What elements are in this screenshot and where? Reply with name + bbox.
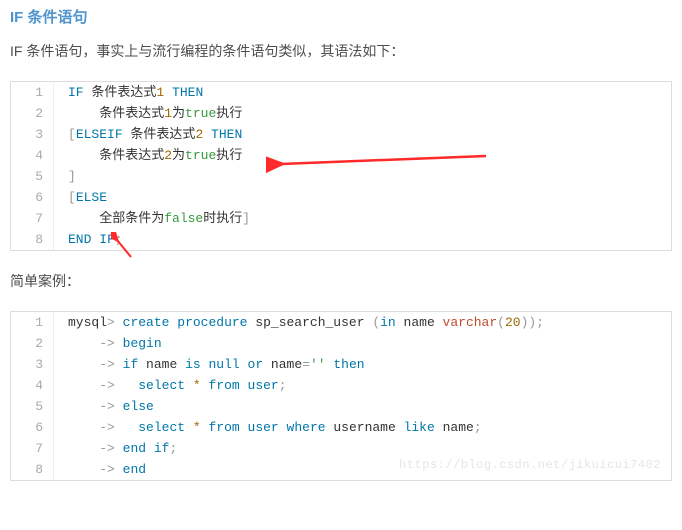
code-line: 2 条件表达式1为true执行 <box>11 103 671 124</box>
watermark-text: https://blog.csdn.net/jikuicui7402 <box>399 455 661 476</box>
code-text: -> select * from user; <box>54 375 287 396</box>
code-line: 5] <box>11 166 671 187</box>
code-line: 1IF 条件表达式1 THEN <box>11 82 671 103</box>
code-line: 1mysql> create procedure sp_search_user … <box>11 312 671 333</box>
line-number: 4 <box>11 145 54 166</box>
code-text: 全部条件为false时执行] <box>54 208 250 229</box>
code-text: -> if name is null or name='' then <box>54 354 365 375</box>
code-line: 3[ELSEIF 条件表达式2 THEN <box>11 124 671 145</box>
code-text: IF 条件表达式1 THEN <box>54 82 203 103</box>
mid-paragraph: 简单案例： <box>10 271 672 291</box>
code-text: -> begin <box>54 333 162 354</box>
code-text: [ELSEIF 条件表达式2 THEN <box>54 124 242 145</box>
line-number: 6 <box>11 187 54 208</box>
line-number: 1 <box>11 312 54 333</box>
line-number: 2 <box>11 333 54 354</box>
intro-paragraph: IF 条件语句，事实上与流行编程的条件语句类似，其语法如下： <box>10 41 672 61</box>
article-body: IF 条件语句 IF 条件语句，事实上与流行编程的条件语句类似，其语法如下： 1… <box>10 6 672 481</box>
line-number: 7 <box>11 208 54 229</box>
code-line: 6 -> select * from user where username l… <box>11 417 671 438</box>
line-number: 4 <box>11 375 54 396</box>
code-line: 4 -> select * from user; <box>11 375 671 396</box>
code-text: END IF; <box>54 229 123 250</box>
code-line: 8END IF; <box>11 229 671 250</box>
line-number: 5 <box>11 166 54 187</box>
code-line: 5 -> else <box>11 396 671 417</box>
code-line: 4 条件表达式2为true执行 <box>11 145 671 166</box>
code-line: 6[ELSE <box>11 187 671 208</box>
code-text: [ELSE <box>54 187 107 208</box>
code-text: mysql> create procedure sp_search_user (… <box>54 312 544 333</box>
code-text: 条件表达式2为true执行 <box>54 145 242 166</box>
line-number: 8 <box>11 229 54 250</box>
code-block-syntax: 1IF 条件表达式1 THEN2 条件表达式1为true执行3[ELSEIF 条… <box>10 81 672 251</box>
line-number: 3 <box>11 354 54 375</box>
line-number: 3 <box>11 124 54 145</box>
code-text: -> else <box>54 396 154 417</box>
section-heading: IF 条件语句 <box>10 6 672 27</box>
line-number: 8 <box>11 459 54 480</box>
line-number: 1 <box>11 82 54 103</box>
code-text: -> select * from user where username lik… <box>54 417 482 438</box>
code-text: 条件表达式1为true执行 <box>54 103 242 124</box>
line-number: 2 <box>11 103 54 124</box>
line-number: 6 <box>11 417 54 438</box>
line-number: 5 <box>11 396 54 417</box>
line-number: 7 <box>11 438 54 459</box>
code-text: -> end if; <box>54 438 177 459</box>
code-line: 2 -> begin <box>11 333 671 354</box>
code-text: ] <box>54 166 76 187</box>
code-text: -> end <box>54 459 146 480</box>
code-block-example: https://blog.csdn.net/jikuicui7402 1mysq… <box>10 311 672 481</box>
code-line: 7 全部条件为false时执行] <box>11 208 671 229</box>
code-line: 3 -> if name is null or name='' then <box>11 354 671 375</box>
